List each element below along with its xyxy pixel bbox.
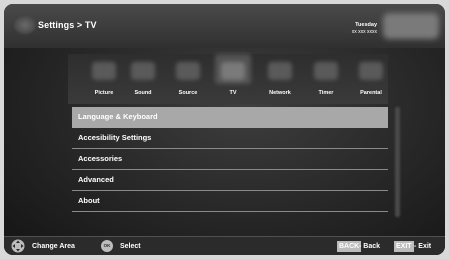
tab-tv[interactable]: TV [209, 62, 257, 102]
network-icon [268, 62, 292, 80]
parental-icon [359, 62, 383, 80]
footer-hint-bar: Change Area OK Select BACK - Back EXIT -… [4, 236, 445, 255]
change-area-hint: Change Area [32, 243, 75, 250]
exit-key-icon: EXIT [394, 241, 414, 252]
tab-label: Parental [360, 90, 382, 96]
tab-source[interactable]: Source [164, 62, 212, 102]
menu-item-language-keyboard[interactable]: Language & Keyboard [72, 107, 388, 128]
tab-label: Sound [134, 90, 152, 96]
menu-item-about[interactable]: About [72, 191, 388, 212]
back-hint: - Back [359, 243, 381, 250]
ok-button-icon: OK [101, 240, 113, 252]
exit-hint: - Exit [414, 243, 432, 250]
sound-icon [131, 62, 155, 80]
breadcrumb: Settings > TV [38, 20, 97, 30]
tab-network[interactable]: Network [256, 62, 304, 102]
tab-timer[interactable]: Timer [302, 62, 350, 102]
tab-sound[interactable]: Sound [119, 62, 167, 102]
select-hint: Select [120, 243, 141, 250]
picture-icon [92, 62, 116, 80]
tab-label: Timer [318, 90, 334, 96]
clock-icon [383, 13, 439, 39]
tab-label: TV [229, 90, 237, 96]
tab-parental[interactable]: Parental [347, 62, 395, 102]
menu-item-accessibility-settings[interactable]: Accesibility Settings [72, 128, 388, 149]
tab-label: Network [269, 90, 291, 96]
tv-icon [221, 62, 245, 80]
tab-label: Source [178, 90, 198, 96]
day-label: Tuesday [355, 22, 377, 28]
date-display: Tuesday xx xxx xxxx [352, 21, 377, 36]
scrollbar[interactable] [395, 107, 400, 217]
settings-menu-list: Language & Keyboard Accesibility Setting… [72, 107, 388, 212]
timer-icon [314, 62, 338, 80]
home-icon [14, 16, 36, 34]
menu-item-advanced[interactable]: Advanced [72, 170, 388, 191]
menu-item-accessories[interactable]: Accessories [72, 149, 388, 170]
tv-settings-screen: Settings > TV Tuesday xx xxx xxxx Pictur… [4, 4, 445, 255]
back-key-icon: BACK [337, 241, 362, 252]
date-label: xx xxx xxxx [351, 29, 377, 35]
source-icon [176, 62, 200, 80]
header-bar: Settings > TV Tuesday xx xxx xxxx [4, 4, 445, 48]
dpad-icon [11, 239, 25, 253]
